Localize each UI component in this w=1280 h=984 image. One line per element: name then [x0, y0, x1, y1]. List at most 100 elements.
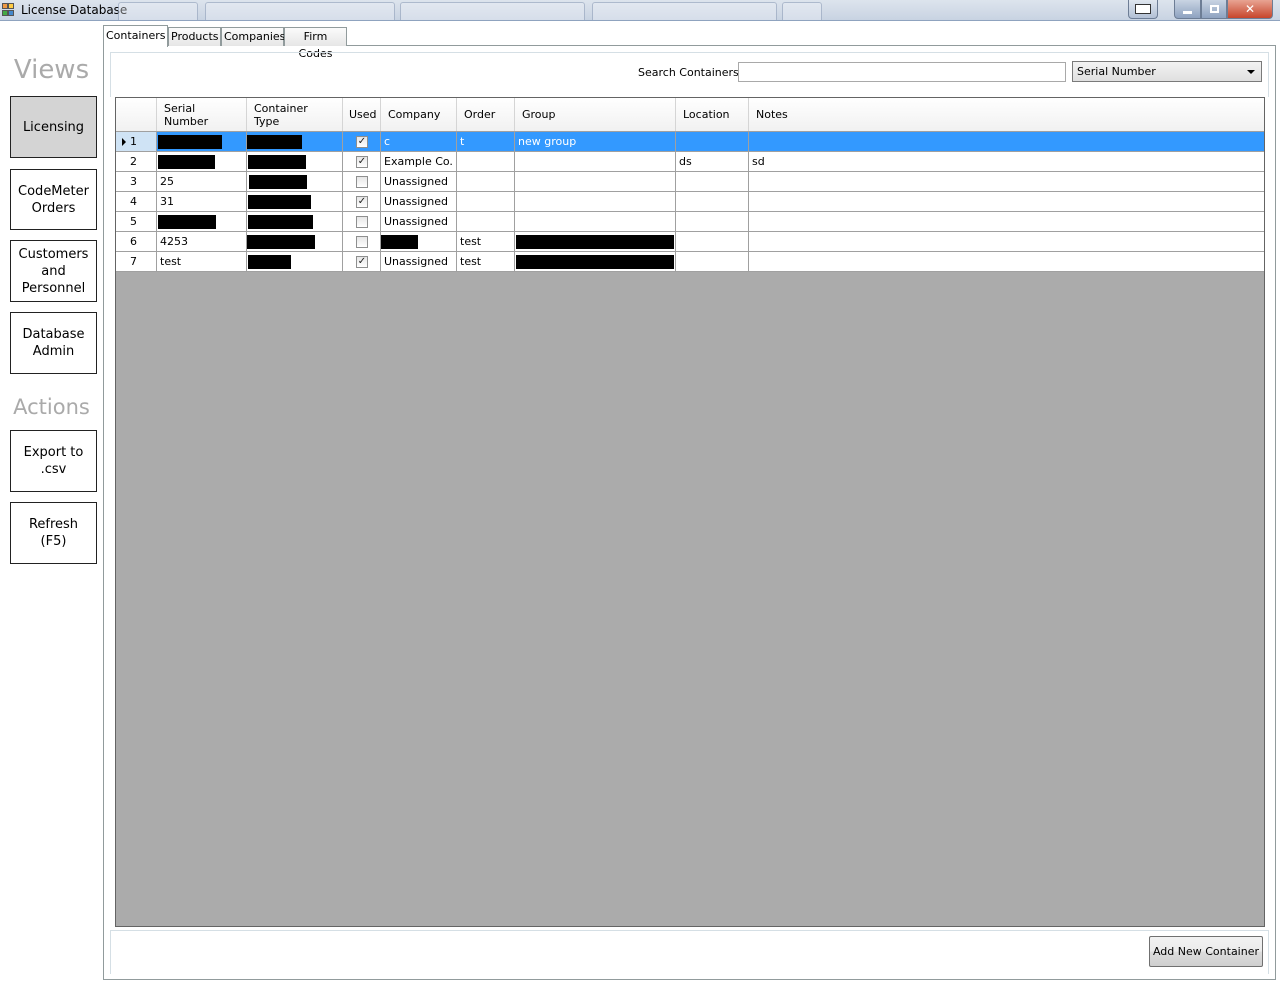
chevron-down-icon[interactable] — [1247, 70, 1255, 74]
column-header-serial[interactable]: Serial Number — [157, 98, 247, 131]
used-checkbox[interactable]: ✓ — [356, 196, 368, 208]
cell-serial[interactable]: test — [157, 252, 247, 271]
cell-serial[interactable]: 4253 — [157, 232, 247, 251]
cell-company[interactable]: c — [381, 132, 457, 151]
cell-serial[interactable] — [157, 152, 247, 171]
used-checkbox[interactable] — [356, 176, 368, 188]
cell-notes[interactable] — [749, 212, 1264, 231]
cell-location[interactable]: ds — [676, 152, 749, 171]
tab-firm-codes[interactable]: Firm Codes — [284, 27, 347, 60]
row-header-corner[interactable] — [116, 98, 157, 131]
cell-location[interactable] — [676, 132, 749, 151]
cell-group[interactable] — [515, 232, 676, 251]
row-header[interactable]: 2 — [116, 152, 157, 171]
cell-order[interactable] — [457, 192, 515, 211]
add-new-container-button[interactable]: Add New Container — [1149, 936, 1263, 967]
cell-used[interactable] — [343, 172, 381, 191]
cell-location[interactable] — [676, 172, 749, 191]
search-input[interactable] — [738, 62, 1066, 82]
tab-products[interactable]: Products — [168, 27, 221, 46]
cell-notes[interactable]: sd — [749, 152, 1264, 171]
cell-group[interactable]: new group — [515, 132, 676, 151]
used-checkbox[interactable]: ✓ — [356, 256, 368, 268]
cell-company[interactable]: Unassigned — [381, 212, 457, 231]
cell-company[interactable]: Example Co. — [381, 152, 457, 171]
containers-grid[interactable]: Serial Number Container Type Used Compan… — [115, 97, 1265, 927]
cell-type[interactable] — [247, 232, 343, 251]
cell-company[interactable]: Unassigned — [381, 192, 457, 211]
nav-database-admin-button[interactable]: Database Admin — [10, 312, 97, 374]
row-header[interactable]: 5 — [116, 212, 157, 231]
column-header-type[interactable]: Container Type — [247, 98, 343, 131]
cell-notes[interactable] — [749, 252, 1264, 271]
table-row[interactable]: 6 4253 test — [116, 232, 1264, 252]
cell-group[interactable] — [515, 212, 676, 231]
cell-serial[interactable]: 25 — [157, 172, 247, 191]
row-header[interactable]: 4 — [116, 192, 157, 211]
table-row[interactable]: 1 ✓ c t new group — [116, 132, 1264, 152]
restore-button[interactable] — [1201, 0, 1227, 19]
cell-order[interactable] — [457, 172, 515, 191]
cell-order[interactable] — [457, 212, 515, 231]
used-checkbox[interactable]: ✓ — [356, 136, 368, 148]
column-header-notes[interactable]: Notes — [749, 98, 1264, 131]
cell-location[interactable] — [676, 232, 749, 251]
close-button[interactable]: ✕ — [1227, 0, 1273, 19]
cell-notes[interactable] — [749, 172, 1264, 191]
column-header-company[interactable]: Company — [381, 98, 457, 131]
cell-used[interactable]: ✓ — [343, 192, 381, 211]
used-checkbox[interactable]: ✓ — [356, 156, 368, 168]
cell-serial[interactable]: 31 — [157, 192, 247, 211]
used-checkbox[interactable] — [356, 236, 368, 248]
cell-group[interactable] — [515, 152, 676, 171]
tab-companies[interactable]: Companies — [221, 27, 285, 46]
window-switch-button[interactable] — [1128, 0, 1158, 19]
column-header-used[interactable]: Used — [343, 98, 381, 131]
table-row[interactable]: 7 test ✓ Unassigned test — [116, 252, 1264, 272]
cell-type[interactable] — [247, 132, 343, 151]
cell-type[interactable] — [247, 152, 343, 171]
column-header-location[interactable]: Location — [676, 98, 749, 131]
cell-location[interactable] — [676, 192, 749, 211]
cell-company[interactable]: Unassigned — [381, 172, 457, 191]
cell-serial[interactable] — [157, 132, 247, 151]
cell-used[interactable]: ✓ — [343, 132, 381, 151]
cell-type[interactable] — [247, 212, 343, 231]
search-field-select[interactable]: Serial Number — [1072, 61, 1262, 82]
cell-used[interactable]: ✓ — [343, 152, 381, 171]
cell-order[interactable]: test — [457, 252, 515, 271]
cell-notes[interactable] — [749, 232, 1264, 251]
cell-order[interactable]: test — [457, 232, 515, 251]
cell-notes[interactable] — [749, 132, 1264, 151]
nav-codemeter-orders-button[interactable]: CodeMeter Orders — [10, 169, 97, 230]
used-checkbox[interactable] — [356, 216, 368, 228]
minimize-button[interactable] — [1174, 0, 1201, 19]
cell-group[interactable] — [515, 192, 676, 211]
cell-company[interactable]: Unassigned — [381, 252, 457, 271]
cell-type[interactable] — [247, 192, 343, 211]
row-header[interactable]: 7 — [116, 252, 157, 271]
cell-group[interactable] — [515, 252, 676, 271]
table-row[interactable]: 4 31 ✓ Unassigned — [116, 192, 1264, 212]
cell-order[interactable] — [457, 152, 515, 171]
cell-group[interactable] — [515, 172, 676, 191]
column-header-order[interactable]: Order — [457, 98, 515, 131]
table-row[interactable]: 2 ✓ Example Co. ds sd — [116, 152, 1264, 172]
row-header[interactable]: 6 — [116, 232, 157, 251]
cell-order[interactable]: t — [457, 132, 515, 151]
nav-licensing-button[interactable]: Licensing — [10, 96, 97, 158]
refresh-button[interactable]: Refresh (F5) — [10, 502, 97, 564]
export-csv-button[interactable]: Export to .csv — [10, 430, 97, 492]
cell-used[interactable] — [343, 212, 381, 231]
table-row[interactable]: 3 25 Unassigned — [116, 172, 1264, 192]
table-row[interactable]: 5 Unassigned — [116, 212, 1264, 232]
cell-location[interactable] — [676, 252, 749, 271]
cell-type[interactable] — [247, 172, 343, 191]
nav-customers-personnel-button[interactable]: Customers and Personnel — [10, 240, 97, 302]
row-header[interactable]: 3 — [116, 172, 157, 191]
cell-used[interactable]: ✓ — [343, 252, 381, 271]
cell-used[interactable] — [343, 232, 381, 251]
tab-containers[interactable]: Containers — [103, 25, 168, 47]
cell-location[interactable] — [676, 212, 749, 231]
cell-notes[interactable] — [749, 192, 1264, 211]
